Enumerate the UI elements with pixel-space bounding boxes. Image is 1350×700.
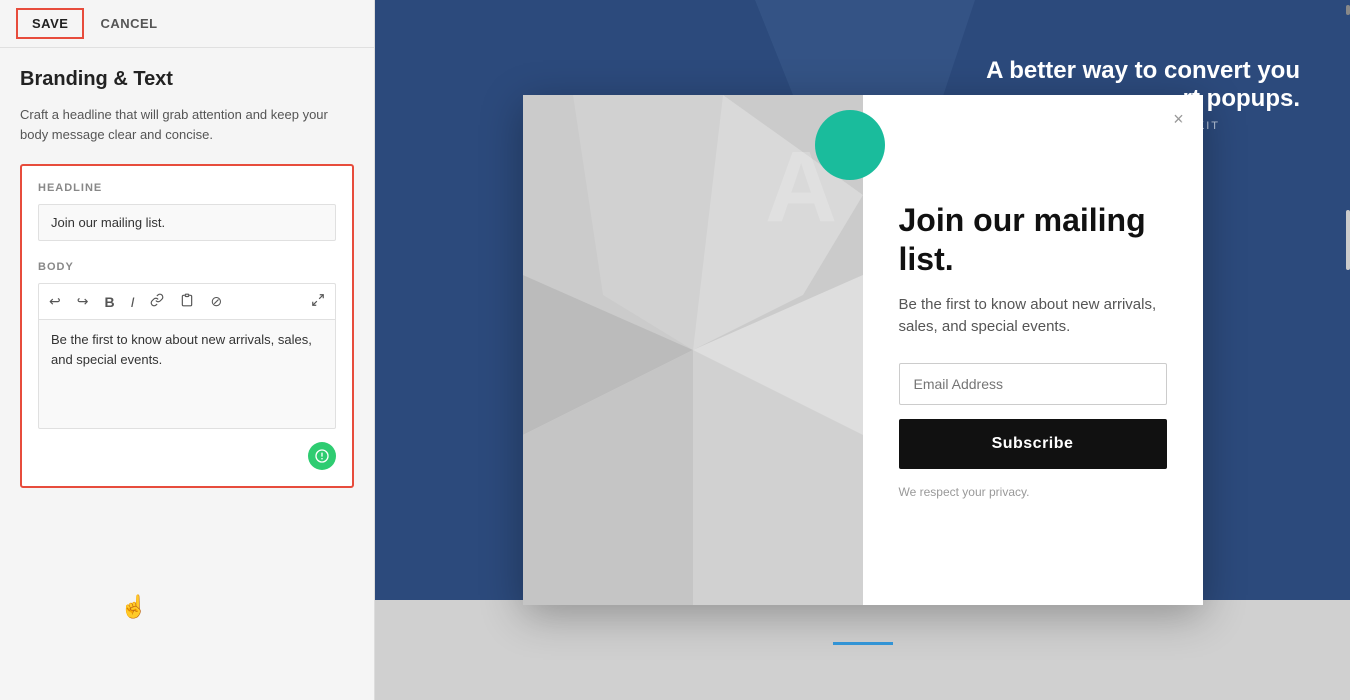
bold-button[interactable]: B <box>98 291 120 313</box>
right-preview-area: A A better way to convert you rt popups.… <box>375 0 1350 700</box>
link-button[interactable] <box>144 290 170 313</box>
cancel-button[interactable]: CANCEL <box>100 16 157 31</box>
body-label: BODY <box>38 261 336 273</box>
popup-headline: Join our mailing list. <box>899 201 1167 278</box>
big-letter-decoration: A <box>765 130 837 245</box>
popup-privacy-text: We respect your privacy. <box>899 485 1167 499</box>
section-title: Branding & Text <box>20 68 354 91</box>
popup-right-content: × Join our mailing list. Be the first to… <box>863 95 1203 605</box>
website-header-text: A better way to convert you <box>986 55 1300 86</box>
popup-body-text: Be the first to know about new arrivals,… <box>899 294 1167 339</box>
expand-button[interactable] <box>305 290 331 313</box>
website-header-subtext: rt popups. <box>1183 85 1300 113</box>
rich-text-toolbar: ↩ ↪ B I ⊘ <box>38 283 336 319</box>
headline-input[interactable] <box>38 204 336 241</box>
toolbar-bar: SAVE CANCEL <box>0 0 374 48</box>
panel-content: Branding & Text Craft a headline that wi… <box>0 48 374 700</box>
branding-form-section: HEADLINE BODY ↩ ↪ B I ⊘ Be t <box>20 164 354 488</box>
undo-button[interactable]: ↩ <box>43 290 67 313</box>
ai-icon-button[interactable] <box>308 442 336 470</box>
toolkit-label: ON TOOLKIT <box>1134 120 1220 132</box>
website-background: A A better way to convert you rt popups.… <box>375 0 1350 700</box>
popup-subscribe-button[interactable]: Subscribe <box>899 419 1167 469</box>
italic-button[interactable]: I <box>125 291 141 313</box>
block-button[interactable]: ⊘ <box>204 290 228 313</box>
headline-label: HEADLINE <box>38 182 336 194</box>
popup-email-input[interactable] <box>899 363 1167 405</box>
body-editor[interactable]: Be the first to know about new arrivals,… <box>38 319 336 429</box>
save-button[interactable]: SAVE <box>16 8 84 39</box>
section-description: Craft a headline that will grab attentio… <box>20 105 354 144</box>
clipboard-button[interactable] <box>174 290 200 313</box>
ai-button-container <box>38 442 336 470</box>
redo-button[interactable]: ↪ <box>71 290 95 313</box>
left-panel: SAVE CANCEL Branding & Text Craft a head… <box>0 0 375 700</box>
cursor-indicator: ☝ <box>120 594 147 620</box>
